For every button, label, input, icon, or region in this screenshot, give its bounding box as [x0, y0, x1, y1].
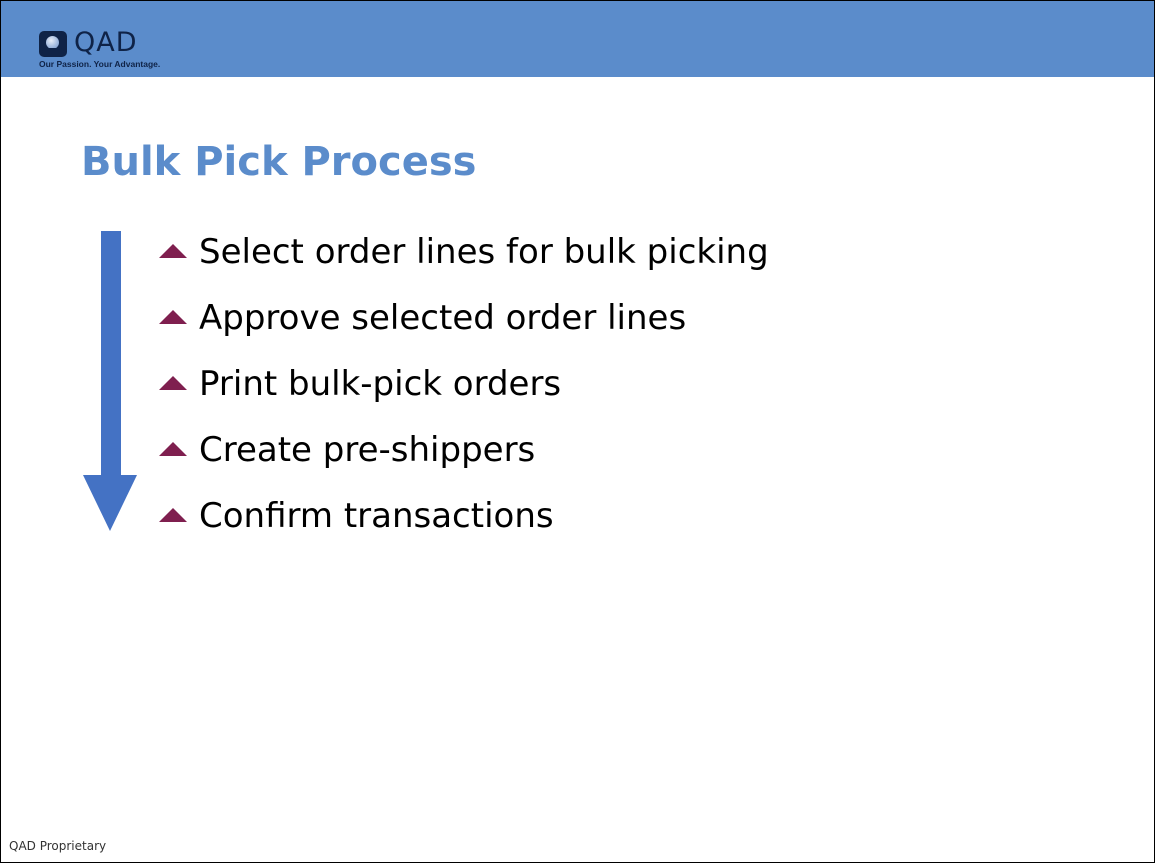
qad-logo: QAD Our Passion. Your Advantage.	[39, 27, 179, 71]
qad-logo-icon	[39, 31, 67, 57]
bullet-text: Create pre-shippers	[199, 430, 536, 470]
down-arrow-shaft	[101, 231, 121, 477]
list-item: Create pre-shippers	[155, 420, 769, 486]
triangle-bullet-icon	[159, 310, 187, 324]
logo-text: QAD	[74, 27, 138, 58]
bullet-text: Confirm transactions	[199, 496, 554, 536]
list-item: Approve selected order lines	[155, 288, 769, 354]
triangle-bullet-icon	[159, 244, 187, 258]
list-item: Select order lines for bulk picking	[155, 222, 769, 288]
triangle-bullet-icon	[159, 508, 187, 522]
down-arrow-icon	[83, 231, 137, 531]
bullet-text: Select order lines for bulk picking	[199, 232, 769, 272]
list-item: Confirm transactions	[155, 486, 769, 552]
bullet-text: Print bulk-pick orders	[199, 364, 562, 404]
triangle-bullet-icon	[159, 442, 187, 456]
bullet-list: Select order lines for bulk picking Appr…	[155, 222, 769, 552]
triangle-bullet-icon	[159, 376, 187, 390]
logo-tagline: Our Passion. Your Advantage.	[39, 59, 161, 69]
list-item: Print bulk-pick orders	[155, 354, 769, 420]
bullet-text: Approve selected order lines	[199, 298, 687, 338]
slide-title: Bulk Pick Process	[81, 139, 477, 185]
down-arrow-head	[83, 475, 137, 531]
slide: QAD Our Passion. Your Advantage. Bulk Pi…	[0, 0, 1155, 863]
footer-text: QAD Proprietary	[9, 839, 107, 853]
